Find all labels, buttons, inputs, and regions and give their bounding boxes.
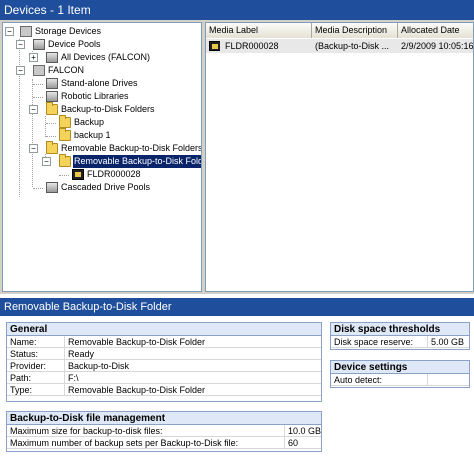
file-management-section: Backup-to-Disk file management Maximum s… bbox=[6, 411, 322, 452]
general-section: General Name: Removable Backup-to-Disk Fo… bbox=[6, 322, 322, 402]
tree-line bbox=[33, 188, 43, 189]
folder-icon bbox=[59, 115, 71, 128]
property-row: Maximum number of backup sets per Backup… bbox=[7, 437, 321, 449]
property-key: Status: bbox=[10, 349, 39, 359]
storage-devices-icon bbox=[20, 26, 32, 37]
property-key: Auto detect: bbox=[334, 375, 383, 385]
media-cell-icon bbox=[208, 39, 220, 53]
collapse-icon[interactable]: − bbox=[29, 105, 38, 114]
tree-item-label: Removable Backup-to-Disk Folders bbox=[61, 143, 202, 153]
device-tree[interactable]: − Storage Devices − Device Pools + All D… bbox=[2, 22, 202, 292]
tree-item-label: Cascaded Drive Pools bbox=[61, 182, 151, 192]
list-header: Media Label Media Description Allocated … bbox=[206, 23, 473, 38]
top-split-pane: − Storage Devices − Device Pools + All D… bbox=[0, 20, 474, 294]
tree-line bbox=[46, 123, 56, 124]
property-row: Path: F:\ bbox=[7, 372, 321, 384]
property-row: Type: Removable Backup-to-Disk Folder bbox=[7, 384, 321, 396]
tree-item-label: Robotic Libraries bbox=[61, 91, 129, 101]
property-row: Name: Removable Backup-to-Disk Folder bbox=[7, 336, 321, 348]
property-key: Type: bbox=[10, 385, 33, 395]
disk-space-thresholds-section: Disk space thresholds Disk space reserve… bbox=[330, 322, 470, 350]
section-heading: General bbox=[7, 323, 321, 336]
tree-line bbox=[33, 84, 43, 85]
tree-item-label: Storage Devices bbox=[35, 26, 102, 36]
property-row: Provider: Backup-to-Disk bbox=[7, 360, 321, 372]
section-heading: Device settings bbox=[331, 361, 469, 374]
tree-item-label: Device Pools bbox=[48, 39, 101, 49]
collapse-icon[interactable]: − bbox=[16, 66, 25, 75]
media-icon bbox=[209, 41, 220, 51]
window-title: Devices - 1 Item bbox=[4, 3, 91, 17]
collapse-icon[interactable]: − bbox=[5, 27, 14, 36]
tree-line bbox=[45, 116, 46, 137]
property-value: 10.0 GB bbox=[284, 425, 321, 437]
property-value: Removable Backup-to-Disk Folder bbox=[64, 384, 205, 396]
property-value bbox=[427, 374, 431, 386]
table-row[interactable]: FLDR000028 (Backup-to-Disk ... 2/9/2009 … bbox=[206, 39, 474, 53]
property-row: Status: Ready bbox=[7, 348, 321, 360]
tree-item-label: FLDR000028 bbox=[87, 169, 141, 179]
media-list[interactable]: Media Label Media Description Allocated … bbox=[205, 22, 474, 292]
property-key: Path: bbox=[10, 373, 32, 383]
expand-icon[interactable]: + bbox=[29, 53, 38, 62]
tree-item-label: backup 1 bbox=[74, 130, 111, 140]
device-pool-icon bbox=[46, 52, 58, 63]
tree-item-label: Stand-alone Drives bbox=[61, 78, 138, 88]
tree-item-label: Backup-to-Disk Folders bbox=[61, 104, 155, 114]
cell-allocated-date: 2/9/2009 10:05:16 bbox=[401, 41, 474, 51]
drive-icon bbox=[46, 78, 58, 89]
property-key: Provider: bbox=[10, 361, 47, 371]
property-value: 5.00 GB bbox=[427, 336, 464, 348]
column-header-media-label[interactable]: Media Label bbox=[206, 23, 312, 38]
cascaded-pool-icon bbox=[46, 182, 58, 193]
devices-title-bar: Devices - 1 Item bbox=[0, 0, 474, 20]
tree-item-label: FALCON bbox=[48, 65, 85, 75]
property-row: Disk space reserve: 5.00 GB bbox=[331, 336, 469, 348]
tree-item-label: Backup bbox=[74, 117, 105, 127]
library-icon bbox=[46, 91, 58, 102]
property-value: Removable Backup-to-Disk Folder bbox=[64, 336, 205, 348]
collapse-icon[interactable]: − bbox=[42, 157, 51, 166]
detail-pane: General Name: Removable Backup-to-Disk Fo… bbox=[0, 316, 474, 468]
device-pool-icon bbox=[33, 39, 45, 50]
tree-line bbox=[33, 97, 43, 98]
tree-item-label: All Devices (FALCON) bbox=[61, 52, 151, 62]
folder-icon bbox=[46, 141, 58, 154]
cell-media-description: (Backup-to-Disk ... bbox=[315, 41, 390, 51]
property-row: Maximum size for backup-to-disk files: 10… bbox=[7, 425, 321, 437]
column-header-allocated-date[interactable]: Allocated Date bbox=[398, 23, 473, 38]
property-key: Disk space reserve: bbox=[334, 337, 414, 347]
media-icon bbox=[72, 169, 84, 180]
property-value: Ready bbox=[64, 348, 94, 360]
property-value: 60 bbox=[284, 437, 298, 449]
device-settings-section: Device settings Auto detect: bbox=[330, 360, 470, 388]
tree-line bbox=[59, 175, 69, 176]
tree-line bbox=[32, 79, 33, 187]
property-value: Backup-to-Disk bbox=[64, 360, 129, 372]
collapse-icon[interactable]: − bbox=[16, 40, 25, 49]
detail-title: Removable Backup-to-Disk Folder bbox=[4, 301, 172, 313]
property-key: Maximum size for backup-to-disk files: bbox=[10, 426, 163, 436]
tree-item-label-selected: Removable Backup-to-Disk Folder bbox=[73, 155, 201, 168]
property-key: Name: bbox=[10, 337, 37, 347]
folder-icon bbox=[46, 102, 58, 115]
detail-title-bar: Removable Backup-to-Disk Folder bbox=[0, 298, 474, 316]
property-value: F:\ bbox=[64, 372, 79, 384]
collapse-icon[interactable]: − bbox=[29, 144, 38, 153]
server-icon bbox=[33, 65, 45, 76]
tree-line bbox=[19, 39, 20, 197]
section-heading: Backup-to-Disk file management bbox=[7, 412, 321, 425]
folder-icon bbox=[59, 128, 71, 141]
column-header-media-description[interactable]: Media Description bbox=[312, 23, 398, 38]
folder-open-icon bbox=[59, 154, 71, 167]
section-heading: Disk space thresholds bbox=[331, 323, 469, 336]
cell-media-label: FLDR000028 bbox=[225, 41, 279, 51]
property-key: Maximum number of backup sets per Backup… bbox=[10, 438, 239, 448]
tree-line bbox=[46, 136, 56, 137]
property-row: Auto detect: bbox=[331, 374, 469, 386]
